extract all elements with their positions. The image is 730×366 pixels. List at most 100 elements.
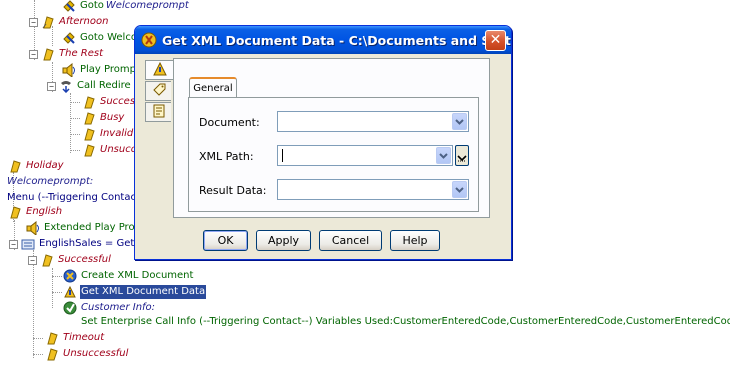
chevron-down-icon[interactable] xyxy=(436,147,451,164)
tree-item-get-xml-document-data[interactable]: Get XML Document Data xyxy=(63,284,207,300)
get-xml-document-data-dialog: Get XML Document Data - C:\Documents and… xyxy=(134,25,512,260)
tree-item-label: Timeout xyxy=(63,332,105,343)
ok-button[interactable]: OK xyxy=(203,230,248,251)
close-button[interactable]: ✕ xyxy=(485,30,506,51)
tree-item-invalid[interactable]: Invalid xyxy=(82,126,134,142)
tree-item-label: Set Enterprise Call Info (--Triggering C… xyxy=(81,316,730,327)
close-icon: ✕ xyxy=(489,32,502,48)
tree-item-label: Goto Welco xyxy=(80,32,137,43)
side-tab-notes[interactable] xyxy=(145,102,171,122)
condition-flag-icon xyxy=(45,347,59,361)
tree-item-timeout[interactable]: Timeout xyxy=(45,330,105,346)
goto-arrow-icon xyxy=(62,0,76,13)
ellipsis-icon xyxy=(457,154,467,165)
tree-item-label: Holiday xyxy=(26,160,64,171)
goto-arrow-icon xyxy=(62,31,76,45)
tree-item-label: Afternoon xyxy=(59,16,109,27)
cancel-button[interactable]: Cancel xyxy=(319,230,382,251)
tree-item-goto-welcome[interactable]: Goto Welco xyxy=(62,30,138,46)
tree-item-the-rest[interactable]: − The Rest xyxy=(29,46,104,62)
side-tab-general[interactable] xyxy=(145,60,173,80)
xml-data-icon xyxy=(63,285,77,299)
tree-item-extended-play-prompt[interactable]: Extended Play Pron xyxy=(26,220,142,236)
xml-data-icon xyxy=(152,61,168,80)
notes-icon xyxy=(151,103,167,122)
tree-item-label: Play Prompt xyxy=(80,64,140,75)
tree-item-label: Unsucc xyxy=(100,144,137,155)
xml-path-label: XML Path: xyxy=(199,150,254,163)
tree-item-label: Invalid xyxy=(100,128,134,139)
variable-assign-icon xyxy=(21,237,35,251)
tab-general[interactable]: General xyxy=(189,77,237,98)
document-combo[interactable] xyxy=(277,111,469,132)
properties-panel: General Document: XML Path: Result Data: xyxy=(173,58,490,218)
general-tab-page: Document: XML Path: Result Data: xyxy=(188,97,479,212)
set-call-info-icon xyxy=(63,301,77,315)
condition-flag-icon xyxy=(40,253,54,267)
tree-item-label: Customer Info: xyxy=(81,302,156,313)
tree-item-set-enterprise-call-info[interactable]: Set Enterprise Call Info (--Triggering C… xyxy=(80,314,730,330)
collapse-icon[interactable]: − xyxy=(29,17,38,27)
tree-item-success[interactable]: Succes xyxy=(82,94,136,110)
help-button[interactable]: Help xyxy=(390,230,440,251)
tree-item-label: EnglishSales = Get xyxy=(39,238,135,249)
dialog-titlebar[interactable]: Get XML Document Data - C:\Documents and… xyxy=(135,26,511,54)
condition-flag-icon xyxy=(45,331,59,345)
tree-item-label: Create XML Document xyxy=(81,270,194,281)
tree-item-holiday[interactable]: Holiday xyxy=(8,158,65,174)
collapse-icon[interactable]: − xyxy=(9,239,18,249)
tree-item-label: Menu (--Triggering Contac xyxy=(7,192,136,203)
result-data-combo[interactable] xyxy=(277,179,469,200)
tree-item-unsuccessful-redirect[interactable]: Unsucc xyxy=(82,142,137,158)
tree-item-label: Successful xyxy=(58,254,111,265)
tree-item-label: Extended Play Pron xyxy=(44,222,141,233)
tree-item-english[interactable]: English xyxy=(8,204,63,220)
collapse-icon[interactable]: − xyxy=(29,49,38,59)
tree-item-afternoon[interactable]: − Afternoon xyxy=(29,14,109,30)
document-label: Document: xyxy=(199,116,260,129)
tree-item-label: Unsuccessful xyxy=(63,348,129,359)
tree-item-label: Succes xyxy=(100,96,136,107)
tree-item-unsuccessful[interactable]: Unsuccessful xyxy=(45,346,129,362)
tree-item-englishsales[interactable]: − EnglishSales = Get xyxy=(9,236,135,252)
tree-item-welcomeprompt-label[interactable]: Welcomeprompt: xyxy=(6,174,94,190)
condition-flag-icon xyxy=(82,95,96,109)
condition-flag-icon xyxy=(41,47,55,61)
chevron-down-icon[interactable] xyxy=(452,181,467,198)
tree-item-label: Get XML Document Data xyxy=(80,285,207,299)
xml-data-icon xyxy=(141,32,157,48)
dialog-title: Get XML Document Data - C:\Documents and… xyxy=(162,32,511,48)
side-tab-tag[interactable] xyxy=(145,81,171,101)
condition-flag-icon xyxy=(41,15,55,29)
condition-flag-icon xyxy=(8,205,22,219)
tree-item-goto[interactable]: Goto Welcomeprompt xyxy=(62,0,190,14)
tree-item-label-suffix: Welcomeprompt xyxy=(105,0,189,11)
tree-item-label: The Rest xyxy=(59,48,104,59)
chevron-down-icon[interactable] xyxy=(452,113,467,130)
tree-item-label: Goto xyxy=(80,0,104,11)
tree-item-play-prompt[interactable]: Play Prompt xyxy=(62,62,141,78)
tree-item-call-redirect[interactable]: − Call Redire xyxy=(47,78,132,94)
xml-document-icon xyxy=(63,269,77,283)
phone-redirect-icon xyxy=(59,79,73,93)
collapse-icon[interactable]: − xyxy=(28,255,37,265)
tree-item-create-xml-document[interactable]: Create XML Document xyxy=(63,268,194,284)
dialog-client: General Document: XML Path: Result Data: xyxy=(138,54,508,256)
result-data-label: Result Data: xyxy=(199,184,267,197)
tree-item-busy[interactable]: Busy xyxy=(82,110,125,126)
xml-path-combo[interactable] xyxy=(277,145,453,166)
tree-item-label: Call Redire xyxy=(77,80,131,91)
condition-flag-icon xyxy=(8,159,22,173)
speaker-icon xyxy=(62,63,76,77)
condition-flag-icon xyxy=(82,143,96,157)
speaker-icon xyxy=(26,221,40,235)
apply-button[interactable]: Apply xyxy=(256,230,311,251)
tree-item-successful[interactable]: − Successful xyxy=(28,252,112,268)
tag-icon xyxy=(151,82,167,101)
condition-flag-icon xyxy=(82,111,96,125)
tree-item-label: Busy xyxy=(100,112,125,123)
text-caret xyxy=(282,149,283,162)
collapse-icon[interactable]: − xyxy=(47,81,56,91)
condition-flag-icon xyxy=(82,127,96,141)
browse-xml-path-button[interactable] xyxy=(455,145,469,166)
